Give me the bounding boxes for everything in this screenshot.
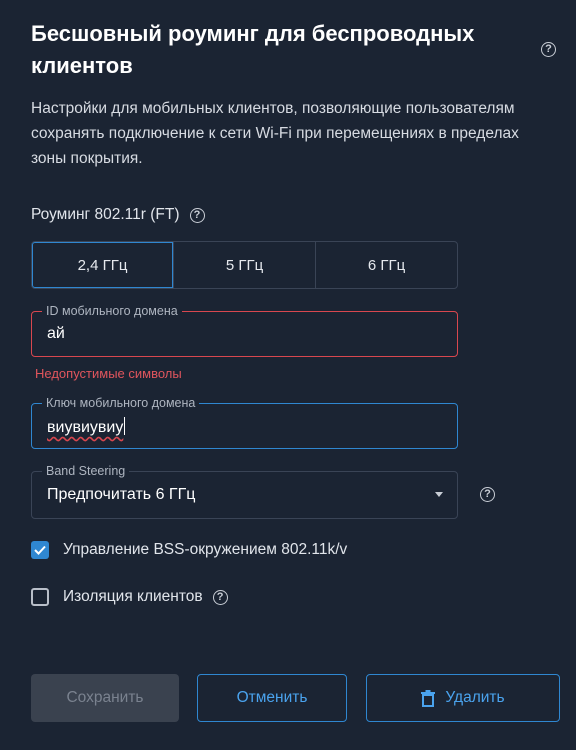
- band-steering-select[interactable]: Band Steering Предпочитать 6 ГГц: [31, 464, 458, 519]
- band-steering-label: Band Steering: [42, 464, 130, 478]
- bss-option-row[interactable]: Управление BSS-окружением 802.11k/v: [31, 541, 347, 559]
- isolation-help-icon[interactable]: ?: [212, 589, 228, 605]
- mobility-domain-key-value: виувиувиу: [47, 419, 124, 436]
- mobility-domain-key-field[interactable]: Ключ мобильного домена виувиувиу: [31, 396, 458, 449]
- band-selector: 2,4 ГГц 5 ГГц 6 ГГц: [31, 241, 458, 289]
- mobility-domain-key-value-wrap: виувиувиу: [47, 417, 126, 437]
- bss-label: Управление BSS-окружением 802.11k/v: [63, 541, 348, 558]
- band-steering-help-icon[interactable]: ?: [480, 487, 495, 502]
- trash-icon: [421, 689, 436, 707]
- band-option-5ghz[interactable]: 5 ГГц: [173, 242, 315, 288]
- dropdown-arrow-icon: [435, 492, 443, 497]
- text-caret: [124, 417, 126, 435]
- isolation-checkbox[interactable]: [31, 588, 49, 606]
- isolation-option-row[interactable]: Изоляция клиентов ?: [31, 588, 228, 606]
- cancel-button[interactable]: Отменить: [197, 674, 347, 722]
- save-button[interactable]: Сохранить: [31, 674, 179, 722]
- checkmark-icon: [34, 545, 46, 555]
- band-option-2-4ghz[interactable]: 2,4 ГГц: [32, 242, 173, 288]
- mobility-domain-id-value: ай: [47, 325, 65, 342]
- isolation-label: Изоляция клиентов: [63, 588, 203, 605]
- delete-label: Удалить: [445, 689, 505, 706]
- band-option-6ghz[interactable]: 6 ГГц: [315, 242, 457, 288]
- page-title: Бесшовный роуминг для беспроводных клиен…: [31, 21, 475, 78]
- mobility-domain-id-label: ID мобильного домена: [42, 304, 182, 318]
- mobility-domain-id-field[interactable]: ID мобильного домена ай: [31, 304, 458, 357]
- roaming-label-row: Роуминг 802.11r (FT) ?: [31, 206, 205, 224]
- description-text: Настройки для мобильных клиентов, позвол…: [31, 100, 519, 167]
- roaming-label: Роуминг 802.11r (FT): [31, 206, 180, 223]
- mobility-domain-key-label: Ключ мобильного домена: [42, 396, 200, 410]
- help-icon[interactable]: ?: [541, 42, 556, 57]
- roaming-help-icon[interactable]: ?: [189, 207, 205, 223]
- delete-button[interactable]: Удалить: [366, 674, 560, 722]
- bss-checkbox[interactable]: [31, 541, 49, 559]
- band-steering-value: Предпочитать 6 ГГц: [47, 486, 196, 503]
- mobility-domain-id-error: Недопустимые символы: [35, 366, 182, 381]
